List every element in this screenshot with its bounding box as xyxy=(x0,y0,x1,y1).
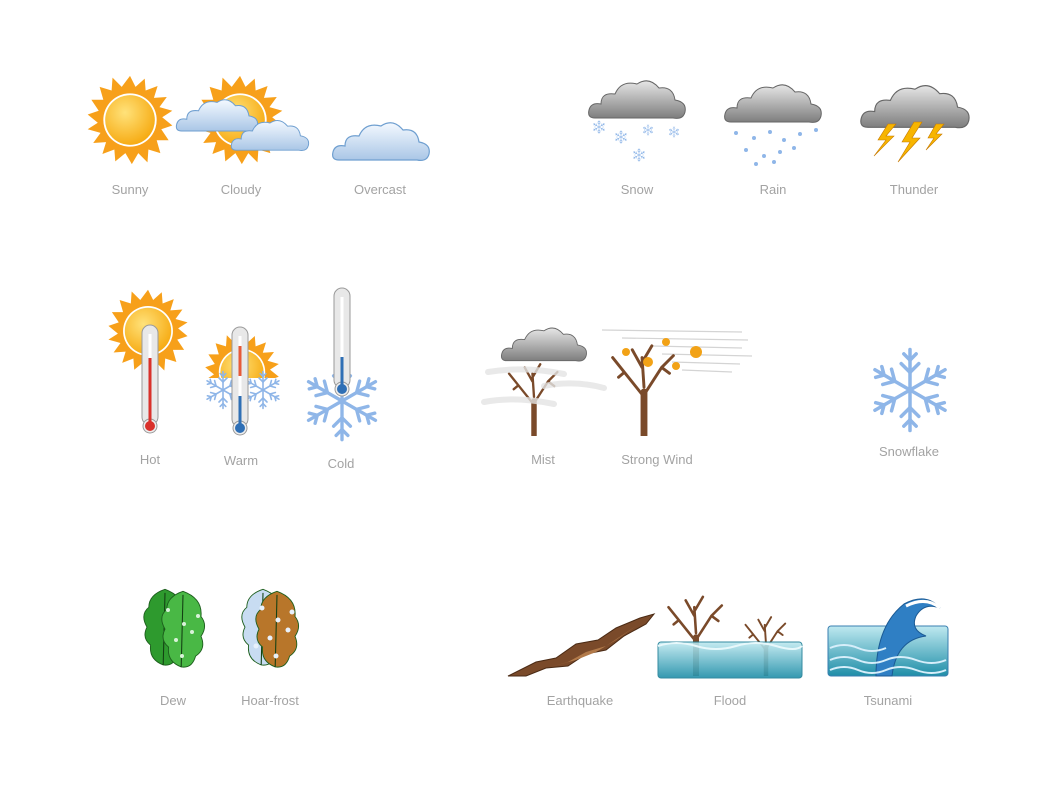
rain-cloud-icon xyxy=(706,78,840,166)
frost-leaf-icon xyxy=(236,580,308,680)
label-sunny: Sunny xyxy=(111,182,149,197)
label-flood: Flood xyxy=(713,693,747,708)
dew-leaf-icon xyxy=(138,580,210,680)
thunder-cloud-icon xyxy=(848,78,982,163)
wind-tree-icon xyxy=(601,329,753,438)
label-dew: Dew xyxy=(159,693,187,708)
label-cold: Cold xyxy=(327,456,355,471)
flood-icon xyxy=(657,590,803,679)
label-snow: Snow xyxy=(620,182,654,197)
label-mist: Mist xyxy=(531,452,555,467)
earthquake-icon xyxy=(507,613,656,677)
label-snowflake: Snowflake xyxy=(879,444,939,459)
mist-tree-icon xyxy=(481,322,607,438)
tsunami-icon xyxy=(827,598,949,677)
label-warm: Warm xyxy=(223,453,259,468)
cold-thermometer-icon xyxy=(300,287,384,443)
snow-cloud-icon xyxy=(570,74,704,166)
label-hoar-frost: Hoar-frost xyxy=(241,693,299,708)
sun-icon xyxy=(84,74,176,166)
label-rain: Rain xyxy=(759,182,787,197)
label-tsunami: Tsunami xyxy=(863,693,913,708)
label-overcast: Overcast xyxy=(353,182,407,197)
hot-thermometer-icon xyxy=(105,288,195,438)
label-cloudy: Cloudy xyxy=(220,182,262,197)
sun-behind-clouds-icon xyxy=(190,74,290,166)
snowflake-icon xyxy=(866,342,954,438)
label-thunder: Thunder xyxy=(889,182,939,197)
label-strong-wind: Strong Wind xyxy=(621,452,693,467)
label-earthquake: Earthquake xyxy=(546,693,614,708)
warm-thermometer-icon xyxy=(198,326,288,438)
label-hot: Hot xyxy=(139,452,161,467)
cloud-icon xyxy=(311,116,451,166)
